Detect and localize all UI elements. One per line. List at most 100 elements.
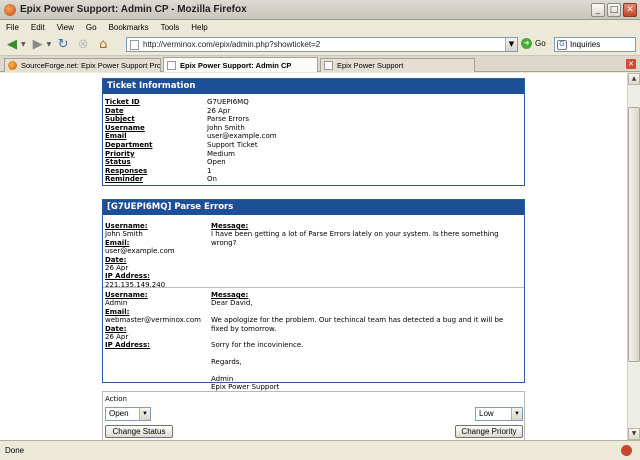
sourceforge-icon — [8, 61, 17, 70]
google-search-icon[interactable]: G — [557, 39, 567, 50]
tab-bar: SourceForge.net: Epix Power Support Proj… — [0, 56, 640, 72]
info-row-reminder: Reminder On — [103, 175, 524, 184]
forward-dropdown-icon[interactable]: ▼ — [47, 41, 52, 48]
username-value: Admin — [105, 299, 128, 308]
scroll-down-arrow-icon[interactable]: ▼ — [628, 428, 640, 440]
info-row-email: Email user@example.com — [103, 132, 524, 141]
info-label: Date — [105, 106, 124, 115]
message-line — [211, 333, 522, 341]
message-entry: Username: Admin Email: webmaster@vermino… — [103, 287, 524, 394]
email-label: Email: — [105, 307, 130, 316]
menu-bookmarks[interactable]: Bookmarks — [109, 23, 149, 32]
date-label: Date: — [105, 324, 127, 333]
username-label: Username: — [105, 291, 148, 299]
menu-help[interactable]: Help — [191, 23, 207, 32]
message-meta: Username: John Smith Email: user@example… — [105, 222, 211, 289]
ticket-thread-panel: [G7UEPI6MQ] Parse Errors Username: John … — [102, 199, 525, 391]
info-label: Username — [105, 123, 145, 132]
home-icon[interactable]: ⌂ — [95, 37, 111, 53]
priority-select[interactable]: Low ▼ — [475, 407, 523, 421]
address-bar[interactable]: http://verminox.com/epix/admin.php?showt… — [126, 37, 518, 52]
tab-label: Epix Power Support: Admin CP — [180, 60, 292, 70]
action-panel: Action Open ▼ Low ▼ Change Status Change… — [102, 391, 525, 440]
message-line: Regards, — [211, 358, 242, 367]
info-row-username: Username John Smith — [103, 124, 524, 133]
page-content: Ticket Information Ticket ID G7UEPI6MQ D… — [0, 73, 627, 440]
message-line: Dear David, — [211, 299, 253, 308]
forward-arrow-icon[interactable]: ▶ — [30, 37, 46, 53]
page-icon — [167, 60, 176, 70]
scroll-up-arrow-icon[interactable]: ▲ — [628, 73, 640, 85]
minimize-button[interactable]: _ — [591, 3, 605, 17]
message-content: Message: Dear David, We apologize for th… — [211, 291, 522, 392]
info-label: Subject — [105, 115, 135, 124]
menu-edit[interactable]: Edit — [31, 23, 45, 32]
info-label: Ticket ID — [105, 98, 140, 106]
change-priority-button[interactable]: Change Priority — [455, 425, 523, 438]
username-label: Username: — [105, 222, 148, 230]
ip-value: 221.135.149.240 — [105, 280, 166, 289]
vertical-scrollbar[interactable]: ▲ ▼ — [627, 73, 640, 440]
date-value: 26 Apr — [105, 264, 129, 273]
menu-tools[interactable]: Tools — [161, 23, 180, 32]
info-value: Open — [207, 158, 226, 167]
chevron-down-icon[interactable]: ▼ — [511, 408, 522, 420]
chevron-down-icon[interactable]: ▼ — [505, 38, 517, 51]
change-status-button[interactable]: Change Status — [105, 425, 173, 438]
firefox-icon — [4, 3, 16, 16]
panel-heading: Ticket Information — [103, 79, 524, 94]
message-line: We apologize for the problem. Our techin… — [211, 316, 504, 333]
info-row-status: Status Open — [103, 158, 524, 167]
thread-heading: [G7UEPI6MQ] Parse Errors — [103, 200, 524, 215]
message-line — [211, 350, 522, 358]
status-select[interactable]: Open ▼ — [105, 407, 151, 421]
date-label: Date: — [105, 255, 127, 264]
tab-admin-cp[interactable]: Epix Power Support: Admin CP — [163, 57, 318, 72]
go-label: Go — [535, 39, 546, 48]
back-arrow-icon[interactable]: ◀ — [4, 37, 20, 53]
date-value: 26 Apr — [105, 333, 129, 342]
message-line: Admin — [211, 375, 234, 383]
scrollbar-thumb[interactable] — [628, 107, 640, 362]
chevron-down-icon[interactable]: ▼ — [139, 408, 150, 420]
message-line — [211, 367, 522, 375]
info-value: Support Ticket — [207, 140, 258, 149]
page-icon — [130, 39, 139, 50]
info-value: 26 Apr — [207, 106, 231, 115]
close-window-button[interactable]: ✕ — [623, 3, 637, 17]
status-indicator-icon[interactable] — [621, 445, 632, 456]
go-button[interactable]: ➜ Go — [521, 38, 546, 49]
search-input[interactable]: G Inquiries — [554, 37, 636, 52]
address-text[interactable]: http://verminox.com/epix/admin.php?showt… — [143, 40, 320, 49]
back-dropdown-icon[interactable]: ▼ — [21, 41, 26, 48]
stop-icon[interactable]: ⊗ — [75, 37, 91, 53]
window-controls: _ □ ✕ — [591, 3, 637, 17]
status-bar: Done — [0, 440, 640, 460]
info-value: G7UEPI6MQ — [207, 98, 249, 106]
message-line: Sorry for the incovinience. — [211, 341, 304, 350]
info-label: Department — [105, 140, 153, 149]
info-label: Reminder — [105, 175, 144, 184]
username-value: John Smith — [105, 230, 143, 239]
maximize-button[interactable]: □ — [607, 3, 621, 17]
info-value: Medium — [207, 149, 235, 158]
email-value: webmaster@verminox.com — [105, 316, 201, 325]
message-label: Message: — [211, 222, 249, 230]
message-line — [211, 308, 522, 316]
menu-file[interactable]: File — [6, 23, 19, 32]
info-value: user@example.com — [207, 132, 277, 141]
reload-icon[interactable]: ↻ — [55, 37, 71, 53]
menu-view[interactable]: View — [57, 23, 74, 32]
ticket-information-panel: Ticket Information Ticket ID G7UEPI6MQ D… — [102, 78, 525, 186]
info-label: Priority — [105, 149, 135, 158]
search-value: Inquiries — [570, 40, 601, 49]
menu-go[interactable]: Go — [86, 23, 97, 32]
status-text: Done — [5, 446, 25, 455]
tab-sourceforge[interactable]: SourceForge.net: Epix Power Support Proj… — [4, 58, 161, 72]
window-title: Epix Power Support: Admin CP - Mozilla F… — [20, 4, 247, 15]
close-tab-icon[interactable]: ✕ — [626, 59, 636, 69]
tab-epix-support[interactable]: Epix Power Support — [320, 58, 475, 72]
info-value: 1 — [207, 166, 212, 175]
message-entry: Username: John Smith Email: user@example… — [103, 219, 524, 289]
ip-label: IP Address: — [105, 341, 150, 350]
